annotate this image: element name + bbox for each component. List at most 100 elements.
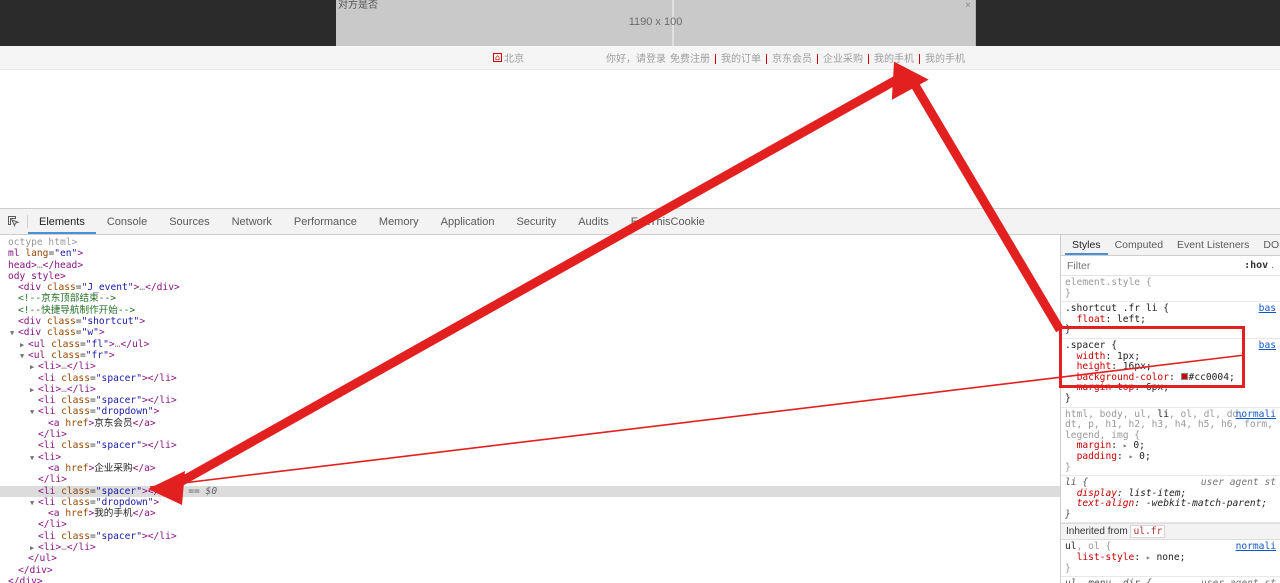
shortcut-item-my-phone-2[interactable]: 我的手机 <box>923 50 967 65</box>
shortcut-greeting[interactable]: 你好，请登录 <box>604 50 668 65</box>
css-declaration[interactable]: padding: ▸ 0; <box>1065 451 1151 462</box>
css-declaration[interactable]: float: left; <box>1065 314 1146 325</box>
css-declaration[interactable]: height: 16px; <box>1065 361 1152 372</box>
css-declaration[interactable]: margin: ▸ 0; <box>1065 440 1145 452</box>
page-dark-region-right <box>976 0 1280 46</box>
css-declaration[interactable]: text-align: -webkit-match-parent; <box>1065 498 1268 509</box>
rule-selector: element.style { <box>1065 277 1152 288</box>
dom-node-row[interactable]: <a href>京东会员</a> <box>0 418 1060 429</box>
dom-node-row[interactable]: octype html> <box>0 237 1060 248</box>
style-rule-1[interactable]: bas .shortcut .fr li { float: left; } <box>1061 302 1280 339</box>
dom-node-row[interactable]: ▼ <li class="dropdown"> <box>0 497 1060 508</box>
screenshot-root: 对方是否 1190 x 100 × ⌂ 北京 你好，请登录 免费注册 我的订单 … <box>0 0 1280 583</box>
dom-node-row[interactable]: ▼ <li> <box>0 452 1060 463</box>
style-rule-2[interactable]: bas .spacer { width: 1px; height: 16px; b… <box>1061 339 1280 408</box>
style-rule-0[interactable]: element.style { } <box>1061 276 1280 303</box>
inherited-from-header: Inherited from ul.fr <box>1061 523 1280 541</box>
styles-tab-styles[interactable]: Styles <box>1065 235 1108 255</box>
dom-node-row[interactable]: <div class="J_event">…</div> <box>0 282 1060 293</box>
rule-origin-link: user agent st <box>1201 579 1276 583</box>
rule-origin-link[interactable]: normali <box>1236 542 1276 553</box>
inherited-style-rule-1[interactable]: user agent stul, menu, dir { display: bl… <box>1061 577 1280 583</box>
dom-node-row[interactable]: ▶ <li>…</li> <box>0 384 1060 395</box>
dom-node-row[interactable]: </li> <box>0 474 1060 485</box>
dom-node-row[interactable]: <li class="spacer"></li> <box>0 531 1060 542</box>
rule-origin-link[interactable]: bas <box>1259 304 1276 315</box>
dom-node-row[interactable]: <!--京东顶部结束--> <box>0 293 1060 304</box>
shortcut-left-list: ⌂ 北京 <box>493 50 524 65</box>
dom-node-row[interactable]: ▶ <ul class="fl">…</ul> <box>0 339 1060 350</box>
devtools-tab-console[interactable]: Console <box>96 209 158 234</box>
dom-node-row[interactable]: <li class="spacer"></li> <box>0 373 1060 384</box>
rule-origin-link[interactable]: normali <box>1236 409 1276 421</box>
shortcut-item-my-phone[interactable]: 我的手机 <box>872 50 916 65</box>
shortcut-spacer <box>715 53 716 64</box>
dom-node-row[interactable]: <li class="spacer"></li> <box>0 395 1060 406</box>
cls-toggle-button[interactable]: . <box>1271 260 1276 271</box>
css-declaration[interactable]: display: list-item; <box>1065 488 1187 499</box>
devtools-tab-application[interactable]: Application <box>430 209 506 234</box>
devtools-tab-performance[interactable]: Performance <box>283 209 368 234</box>
devtools-tabbar: Elements Console Sources Network Performance… <box>0 209 1280 235</box>
dom-node-row[interactable]: head>…</head> <box>0 260 1060 271</box>
dom-node-row[interactable]: ml lang="en"> <box>0 248 1060 259</box>
devtools-body: octype html> ml lang="en"> head>…</head> od… <box>0 235 1280 583</box>
dom-node-row[interactable]: <!--快捷导航制作开始--> <box>0 305 1060 316</box>
devtools-tab-sources[interactable]: Sources <box>158 209 220 234</box>
rule-selector: ul, ol { <box>1065 541 1112 553</box>
devtools-tab-memory[interactable]: Memory <box>368 209 430 234</box>
inherited-source[interactable]: ul.fr <box>1130 525 1166 539</box>
dom-node-row[interactable]: ▼ <li class="dropdown"> <box>0 406 1060 417</box>
dom-node-row[interactable]: ▶ <li>…</li> <box>0 361 1060 372</box>
devtools-tab-security[interactable]: Security <box>505 209 567 234</box>
shortcut-item-my-orders[interactable]: 我的订单 <box>719 50 763 65</box>
dom-node-row[interactable]: ody style> <box>0 271 1060 282</box>
dom-node-row[interactable]: </div> <box>0 565 1060 576</box>
devtools-tab-network[interactable]: Network <box>221 209 283 234</box>
rule-origin-link[interactable]: bas <box>1259 340 1276 352</box>
shortcut-register-link[interactable]: 免费注册 <box>668 50 712 65</box>
inherited-style-rule-0[interactable]: normali ul, ol { list-style: ▸ none; } <box>1061 540 1280 578</box>
dom-node-row-selected[interactable]: <li class="spacer"></li> == $0 <box>0 485 1060 497</box>
style-rule-4[interactable]: user agent st li { display: list-item; te… <box>1061 476 1280 524</box>
page-banner-placeholder: 对方是否 1190 x 100 × <box>336 0 976 46</box>
dom-node-row[interactable]: </div> <box>0 576 1060 583</box>
shortcut-right-list: 你好，请登录 免费注册 我的订单 京东会员 企业采购 我的手机 我的手机 <box>604 50 967 65</box>
dom-node-row[interactable]: ▶ <li>…</li> <box>0 542 1060 553</box>
devtools-tab-list: Elements Console Sources Network Performance… <box>28 209 716 234</box>
dom-tree-pane[interactable]: octype html> ml lang="en"> head>…</head> od… <box>0 235 1060 583</box>
dom-node-row[interactable]: <a href>企业采购</a> <box>0 463 1060 474</box>
style-rule-3[interactable]: normali html, body, ul, li, ol, dl, dd, d… <box>1061 408 1280 477</box>
devtools-tab-editthiscookie[interactable]: EditThisCookie <box>620 209 716 234</box>
shortcut-item-enterprise-purchase[interactable]: 企业采购 <box>821 50 865 65</box>
dom-node-row[interactable]: </li> <box>0 519 1060 530</box>
dom-node-row[interactable]: </ul> <box>0 553 1060 564</box>
shortcut-city-label[interactable]: 北京 <box>504 50 524 65</box>
dom-node-row[interactable]: ▼ <ul class="fr"> <box>0 350 1060 361</box>
styles-sidebar: StylesComputedEvent ListenersDOM Break :… <box>1060 235 1280 583</box>
css-declaration[interactable]: width: 1px; <box>1065 351 1141 362</box>
devtools-panel: Elements Console Sources Network Performance… <box>0 208 1280 583</box>
css-declaration[interactable]: list-style: ▸ none; <box>1065 552 1186 563</box>
styles-tab-dom-break[interactable]: DOM Break <box>1256 235 1280 255</box>
dom-node-row[interactable]: </li> <box>0 429 1060 440</box>
css-declaration[interactable]: margin-top: 6px; <box>1065 382 1169 394</box>
styles-filter-input[interactable] <box>1065 258 1242 273</box>
styles-tab-event-listeners[interactable]: Event Listeners <box>1170 235 1256 255</box>
devtools-tab-audits[interactable]: Audits <box>567 209 620 234</box>
dom-node-row[interactable]: <li class="spacer"></li> <box>0 440 1060 451</box>
styles-tab-computed[interactable]: Computed <box>1108 235 1170 255</box>
close-icon[interactable]: × <box>965 1 971 11</box>
banner-corner-text: 对方是否 <box>338 0 378 11</box>
devtools-tab-elements[interactable]: Elements <box>28 209 96 234</box>
dom-node-row[interactable]: <div class="shortcut"> <box>0 316 1060 327</box>
rule-selector: ul, menu, dir { <box>1065 578 1152 583</box>
shortcut-inner: ⌂ 北京 你好，请登录 免费注册 我的订单 京东会员 企业采购 我的手机 我的手… <box>45 46 1235 69</box>
map-pin-icon: ⌂ <box>493 53 502 62</box>
css-declaration[interactable]: background-color: #cc0004; <box>1065 372 1235 383</box>
dom-node-row[interactable]: ▼ <div class="w"> <box>0 327 1060 338</box>
inspect-element-icon[interactable] <box>0 209 27 234</box>
shortcut-item-jd-member[interactable]: 京东会员 <box>770 50 814 65</box>
dom-node-row[interactable]: <a href>我的手机</a> <box>0 508 1060 519</box>
hov-toggle-button[interactable]: :hov <box>1241 260 1271 271</box>
